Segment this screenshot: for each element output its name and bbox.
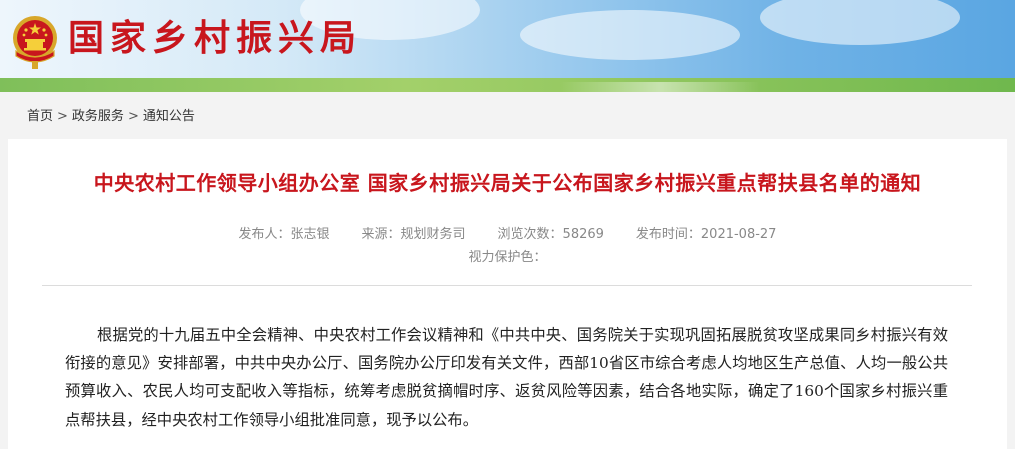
article-meta: 发布人：张志银 来源：规划财务司 浏览次数：58269 发布时间：2021-08… xyxy=(8,226,1007,244)
breadcrumb-separator: > xyxy=(57,109,68,124)
breadcrumb: 首页 > 政务服务 > 通知公告 xyxy=(27,108,195,126)
vision-protection-label: 视力保护色： xyxy=(468,250,547,265)
article-body: 根据党的十九届五中全会精神、中央农村工作会议精神和《中共中央、国务院关于实现巩固… xyxy=(65,326,948,429)
banner-cloud xyxy=(760,0,960,45)
meta-source: 来源：规划财务司 xyxy=(361,227,466,242)
meta-date: 发布时间：2021-08-27 xyxy=(635,227,777,242)
site-title[interactable]: 国家乡村振兴局 xyxy=(68,16,362,62)
banner-road xyxy=(560,82,760,92)
banner-field xyxy=(0,78,1015,92)
article-title: 中央农村工作领导小组办公室 国家乡村振兴局关于公布国家乡村振兴重点帮扶县名单的通… xyxy=(93,171,922,195)
meta-publisher: 发布人：张志银 xyxy=(238,227,330,242)
banner-cloud xyxy=(520,10,740,60)
breadcrumb-home[interactable]: 首页 xyxy=(27,108,53,126)
breadcrumb-separator: > xyxy=(127,109,139,124)
national-emblem-icon xyxy=(13,16,57,69)
vision-protection-color-control[interactable]: 视力保护色： xyxy=(8,249,1007,267)
article-panel: 中央农村工作领导小组办公室 国家乡村振兴局关于公布国家乡村振兴重点帮扶县名单的通… xyxy=(8,139,1007,449)
meta-views: 浏览次数：58269 xyxy=(497,227,604,242)
header-banner: 国家乡村振兴局 xyxy=(0,0,1015,92)
breadcrumb-government-services[interactable]: 政务服务 xyxy=(72,108,124,126)
title-divider xyxy=(42,285,972,286)
breadcrumb-notices[interactable]: 通知公告 xyxy=(143,108,195,126)
